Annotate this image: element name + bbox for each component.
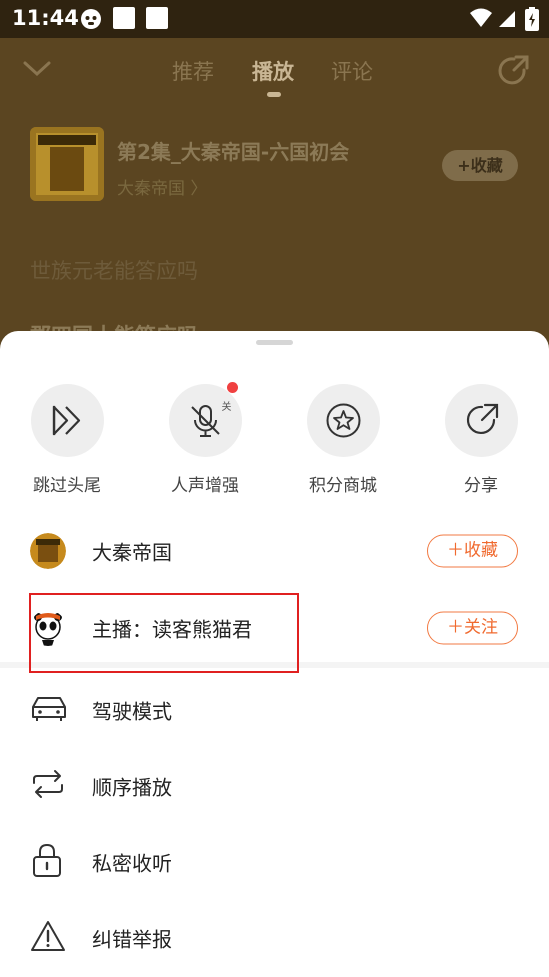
- status-time: 11:44: [12, 6, 79, 30]
- notification-square-icon: [146, 7, 168, 29]
- voice-enhance-button[interactable]: 关 人声增强: [155, 382, 255, 496]
- skip-intro-outro-label: 跳过头尾: [33, 476, 101, 496]
- tab-comments[interactable]: 评论: [331, 56, 373, 86]
- car-icon: [30, 693, 68, 727]
- report-error-label: 纠错举报: [92, 927, 172, 952]
- wifi-icon: [469, 7, 493, 33]
- battery-icon: [525, 7, 539, 35]
- voice-enhance-icon: [190, 405, 220, 437]
- tab-playing[interactable]: 播放: [252, 56, 294, 86]
- album-name: 大秦帝国: [92, 540, 172, 565]
- collect-button[interactable]: ＋收藏: [427, 534, 518, 568]
- star-icon: [326, 403, 360, 438]
- player-top-bar: 推荐 播放 评论: [0, 38, 549, 108]
- album-row[interactable]: 大秦帝国 ＋收藏: [0, 513, 549, 589]
- tab-indicator: [267, 92, 281, 97]
- album-avatar: [30, 533, 66, 569]
- tab-recommend[interactable]: 推荐: [172, 56, 214, 86]
- share-icon: [466, 403, 498, 435]
- sheet-handle[interactable]: [256, 340, 293, 345]
- warning-icon: [30, 919, 66, 957]
- episode-title: 第2集_大秦帝国-六国初会: [117, 140, 350, 164]
- skip-intro-outro-button[interactable]: 跳过头尾: [17, 384, 117, 496]
- play-order-label: 顺序播放: [92, 775, 172, 800]
- collect-button-dimmed[interactable]: +收藏: [442, 150, 518, 181]
- new-badge-dot: [226, 382, 238, 393]
- follow-button-label: 关注: [464, 617, 498, 638]
- album-link[interactable]: 大秦帝国 〉: [117, 174, 207, 199]
- signal-icon: [497, 7, 517, 33]
- share-icon[interactable]: [496, 54, 530, 92]
- notification-square-icon: [113, 7, 135, 29]
- lyrics-line: 世族元老能答应吗: [30, 259, 198, 283]
- report-error-item[interactable]: 纠错举报: [0, 900, 549, 976]
- follow-button[interactable]: ＋关注: [427, 611, 518, 645]
- private-listen-label: 私密收听: [92, 851, 172, 876]
- points-mall-button[interactable]: 积分商城: [293, 384, 393, 496]
- repeat-icon: [30, 769, 66, 803]
- notification-app-icon: [79, 7, 103, 35]
- skip-icon: [52, 405, 80, 436]
- driving-mode-label: 驾驶模式: [92, 699, 172, 724]
- play-order-item[interactable]: 顺序播放: [0, 748, 549, 824]
- status-bar: 11:44: [0, 0, 549, 38]
- share-button[interactable]: 分享: [431, 384, 531, 496]
- private-listen-item[interactable]: 私密收听: [0, 824, 549, 900]
- collect-button-label: 收藏: [464, 540, 498, 561]
- voice-enhance-label: 人声增强: [171, 476, 239, 496]
- highlight-box: [29, 593, 299, 673]
- chevron-down-icon[interactable]: [22, 58, 52, 84]
- lock-icon: [30, 842, 64, 882]
- driving-mode-item[interactable]: 驾驶模式: [0, 672, 549, 748]
- share-label: 分享: [464, 476, 498, 496]
- album-cover[interactable]: [30, 127, 104, 201]
- points-mall-label: 积分商城: [309, 476, 377, 496]
